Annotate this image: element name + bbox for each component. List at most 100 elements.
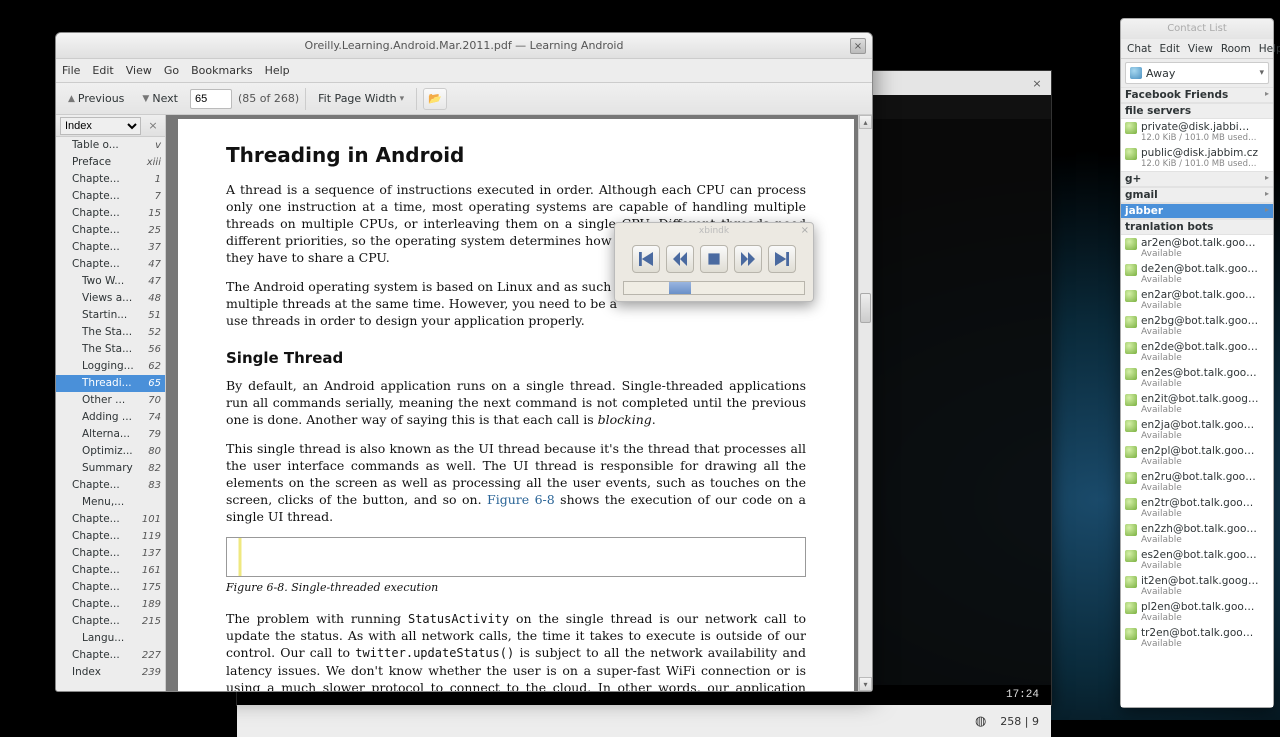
- arrow-down-icon: ▼: [142, 94, 149, 104]
- outline-item[interactable]: Two W...47: [56, 273, 165, 290]
- previous-button[interactable]: ▲Previous: [62, 89, 130, 108]
- contact-group-header[interactable]: g+▸: [1121, 171, 1273, 187]
- menu-help[interactable]: Help: [265, 64, 290, 77]
- outline-item[interactable]: Chapte...137: [56, 545, 165, 562]
- outline-item[interactable]: Chapte...119: [56, 528, 165, 545]
- terminal-clock: 17:24: [1006, 689, 1039, 701]
- paragraph: This single thread is also known as the …: [226, 440, 806, 525]
- contact-item[interactable]: it2en@bot.talk.google.c...Available: [1121, 573, 1273, 599]
- outline-item[interactable]: Table o...v: [56, 137, 165, 154]
- contact-item[interactable]: en2es@bot.talk.google...Available: [1121, 365, 1273, 391]
- forward-button[interactable]: [734, 245, 762, 273]
- menu-bookmarks[interactable]: Bookmarks: [191, 64, 252, 77]
- contact-item[interactable]: en2zh@bot.talk.google...Available: [1121, 521, 1273, 547]
- outline-item[interactable]: Threadi...65: [56, 375, 165, 392]
- contact-item[interactable]: tr2en@bot.talk.google...Available: [1121, 625, 1273, 651]
- contact-item[interactable]: en2ar@bot.talk.google...Available: [1121, 287, 1273, 313]
- contact-item[interactable]: en2ja@bot.talk.google...Available: [1121, 417, 1273, 443]
- open-file-button[interactable]: 📂: [423, 88, 447, 110]
- outline-item[interactable]: Chapte...1: [56, 171, 165, 188]
- figure-link[interactable]: Figure 6-8: [487, 492, 555, 507]
- paragraph: By default, an Android application runs …: [226, 377, 806, 428]
- sidebar-select[interactable]: Index: [60, 117, 141, 135]
- outline-item[interactable]: Index239: [56, 664, 165, 681]
- outline-item[interactable]: The Sta...56: [56, 341, 165, 358]
- outline-item[interactable]: Chapte...83: [56, 477, 165, 494]
- outline-item[interactable]: Views a...48: [56, 290, 165, 307]
- contact-group-header[interactable]: tranlation bots: [1121, 219, 1273, 235]
- contact-item[interactable]: en2ru@bot.talk.google...Available: [1121, 469, 1273, 495]
- scroll-down-icon[interactable]: ▾: [859, 677, 872, 691]
- contact-item[interactable]: en2de@bot.talk.google...Available: [1121, 339, 1273, 365]
- menu-edit[interactable]: Edit: [1160, 43, 1180, 55]
- contact-item[interactable]: es2en@bot.talk.google...Available: [1121, 547, 1273, 573]
- contact-group-header[interactable]: jabber▸: [1121, 203, 1273, 219]
- scroll-up-icon[interactable]: ▴: [859, 115, 872, 129]
- zoom-select[interactable]: Fit Page Width▾: [312, 89, 410, 108]
- menu-help[interactable]: Help: [1259, 43, 1280, 55]
- outline-item[interactable]: Chapte...175: [56, 579, 165, 596]
- media-control-panel[interactable]: xbindk ×: [614, 222, 814, 302]
- stop-button[interactable]: [700, 245, 728, 273]
- outline-item[interactable]: Startin...51: [56, 307, 165, 324]
- outline-item[interactable]: Chapte...189: [56, 596, 165, 613]
- contact-item[interactable]: public@disk.jabbim.cz12.0 KiB / 101.0 MB…: [1121, 145, 1273, 171]
- skip-forward-button[interactable]: [768, 245, 796, 273]
- outline-item[interactable]: Prefacexiii: [56, 154, 165, 171]
- close-icon[interactable]: ×: [850, 38, 866, 54]
- contact-item[interactable]: pl2en@bot.talk.google...Available: [1121, 599, 1273, 625]
- vertical-scrollbar[interactable]: ▴ ▾: [858, 115, 872, 691]
- titlebar[interactable]: Oreilly.Learning.Android.Mar.2011.pdf — …: [56, 33, 872, 59]
- contact-item[interactable]: en2pl@bot.talk.google...Available: [1121, 443, 1273, 469]
- im-titlebar[interactable]: Contact List: [1121, 19, 1273, 39]
- next-button[interactable]: ▼Next: [136, 89, 184, 108]
- outline-list[interactable]: Table o...vPrefacexiiiChapte...1Chapte..…: [56, 137, 165, 691]
- menu-chat[interactable]: Chat: [1127, 43, 1152, 55]
- im-status-selector[interactable]: Away ▾: [1125, 62, 1269, 84]
- outline-item[interactable]: Menu,...: [56, 494, 165, 511]
- menu-view[interactable]: View: [126, 64, 152, 77]
- menu-edit[interactable]: Edit: [92, 64, 113, 77]
- outline-item[interactable]: Chapte...47: [56, 256, 165, 273]
- skip-back-button[interactable]: [632, 245, 660, 273]
- contact-item[interactable]: de2en@bot.talk.google...Available: [1121, 261, 1273, 287]
- contact-group-header[interactable]: gmail▸: [1121, 187, 1273, 203]
- page-count: (85 of 268): [238, 92, 299, 105]
- outline-item[interactable]: Chapte...7: [56, 188, 165, 205]
- contact-list[interactable]: Facebook Friends▸file serversprivate@dis…: [1121, 87, 1273, 707]
- page-input[interactable]: [190, 89, 232, 109]
- outline-item[interactable]: Chapte...227: [56, 647, 165, 664]
- outline-item[interactable]: Other ...70: [56, 392, 165, 409]
- contact-item[interactable]: en2bg@bot.talk.google...Available: [1121, 313, 1273, 339]
- outline-item[interactable]: Alterna...79: [56, 426, 165, 443]
- outline-item[interactable]: Adding ...74: [56, 409, 165, 426]
- contact-group-header[interactable]: Facebook Friends▸: [1121, 87, 1273, 103]
- rewind-button[interactable]: [666, 245, 694, 273]
- contact-group-header[interactable]: file servers: [1121, 103, 1273, 119]
- outline-item[interactable]: Chapte...215: [56, 613, 165, 630]
- outline-item[interactable]: Chapte...25: [56, 222, 165, 239]
- progress-bar[interactable]: [623, 281, 805, 295]
- menu-go[interactable]: Go: [164, 64, 179, 77]
- outline-item[interactable]: Chapte...101: [56, 511, 165, 528]
- outline-item[interactable]: Chapte...161: [56, 562, 165, 579]
- page-view[interactable]: Download from Wow! eBook <www.wowebook.c…: [166, 115, 872, 691]
- close-icon[interactable]: ×: [801, 225, 809, 236]
- menu-room[interactable]: Room: [1221, 43, 1251, 55]
- contact-item[interactable]: private@disk.jabbim.cz12.0 KiB / 101.0 M…: [1121, 119, 1273, 145]
- close-icon[interactable]: ×: [1029, 75, 1045, 91]
- outline-item[interactable]: Logging...62: [56, 358, 165, 375]
- outline-item[interactable]: Langu...: [56, 630, 165, 647]
- outline-item[interactable]: Summary82: [56, 460, 165, 477]
- outline-item[interactable]: Chapte...15: [56, 205, 165, 222]
- menu-view[interactable]: View: [1188, 43, 1213, 55]
- outline-item[interactable]: Optimiz...80: [56, 443, 165, 460]
- scrollbar-thumb[interactable]: [860, 293, 871, 323]
- menu-file[interactable]: File: [62, 64, 80, 77]
- sidebar-close-icon[interactable]: ×: [145, 118, 161, 134]
- outline-item[interactable]: The Sta...52: [56, 324, 165, 341]
- outline-item[interactable]: Chapte...37: [56, 239, 165, 256]
- contact-item[interactable]: en2it@bot.talk.google.c...Available: [1121, 391, 1273, 417]
- contact-item[interactable]: ar2en@bot.talk.google...Available: [1121, 235, 1273, 261]
- contact-item[interactable]: en2tr@bot.talk.google...Available: [1121, 495, 1273, 521]
